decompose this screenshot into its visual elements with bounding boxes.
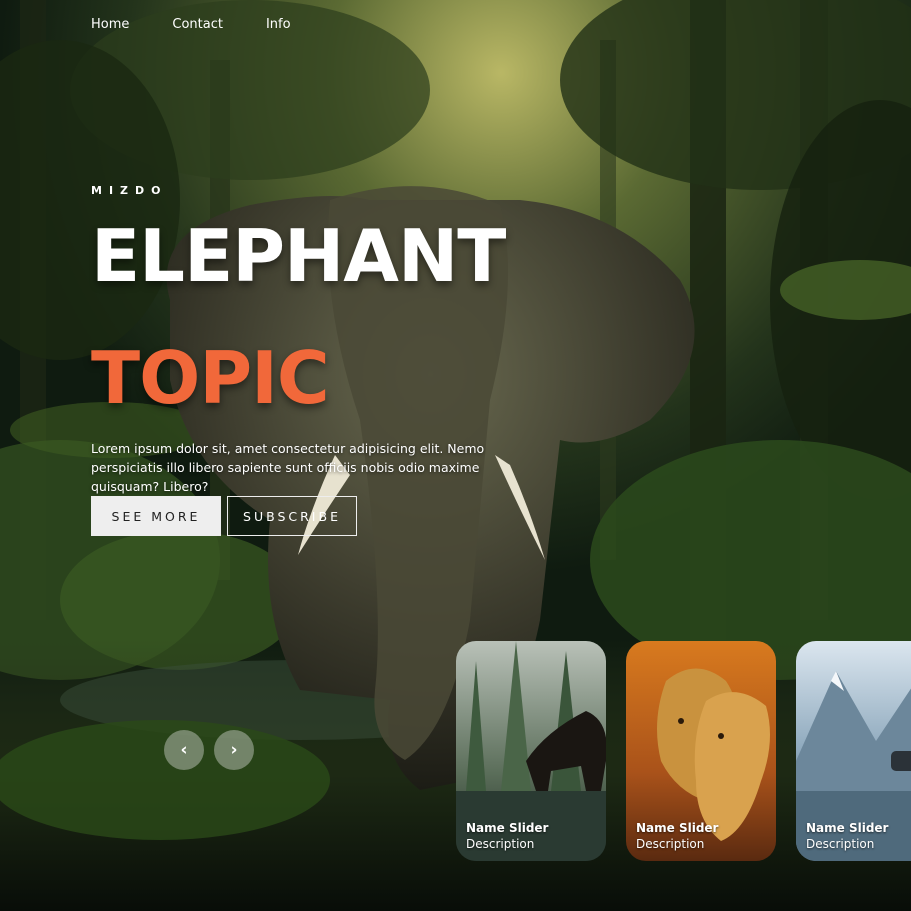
thumbnail-title: Name Slider [466,821,549,835]
see-more-button[interactable]: SEE MORE [91,496,221,536]
next-arrow-button[interactable]: › [214,730,254,770]
nav-home-link[interactable]: Home [91,17,129,32]
hero-title: ELEPHANT [91,214,506,298]
thumbnail-description: Description [466,837,535,851]
hero-topic: TOPIC [91,336,330,420]
author-label: MIZDO [91,184,168,197]
thumbnail-description: Description [636,837,705,851]
thumbnail-title: Name Slider [806,821,889,835]
top-nav: Home Contact Info [91,17,334,32]
thumbnail-title: Name Slider [636,821,719,835]
thumbnail-description: Description [806,837,875,851]
hero-content: MIZDO ELEPHANT TOPIC Lorem ipsum dolor s… [91,184,561,536]
nav-contact-link[interactable]: Contact [172,17,223,32]
thumbnail-lions[interactable]: Name Slider Description [626,641,776,861]
thumbnail-bear[interactable]: Name Slider Description [456,641,606,861]
nav-info-link[interactable]: Info [266,17,291,32]
hero-buttons: SEE MORE SUBSCRIBE [91,496,357,536]
subscribe-button[interactable]: SUBSCRIBE [227,496,357,536]
thumbnail-strip: Name Slider Description Name Slider Desc… [456,641,911,861]
prev-arrow-button[interactable]: ‹ [164,730,204,770]
slider-arrows: ‹ › [164,730,254,770]
hero-description: Lorem ipsum dolor sit, amet consectetur … [91,441,485,494]
thumbnail-mountains[interactable]: Name Slider Description [796,641,911,861]
